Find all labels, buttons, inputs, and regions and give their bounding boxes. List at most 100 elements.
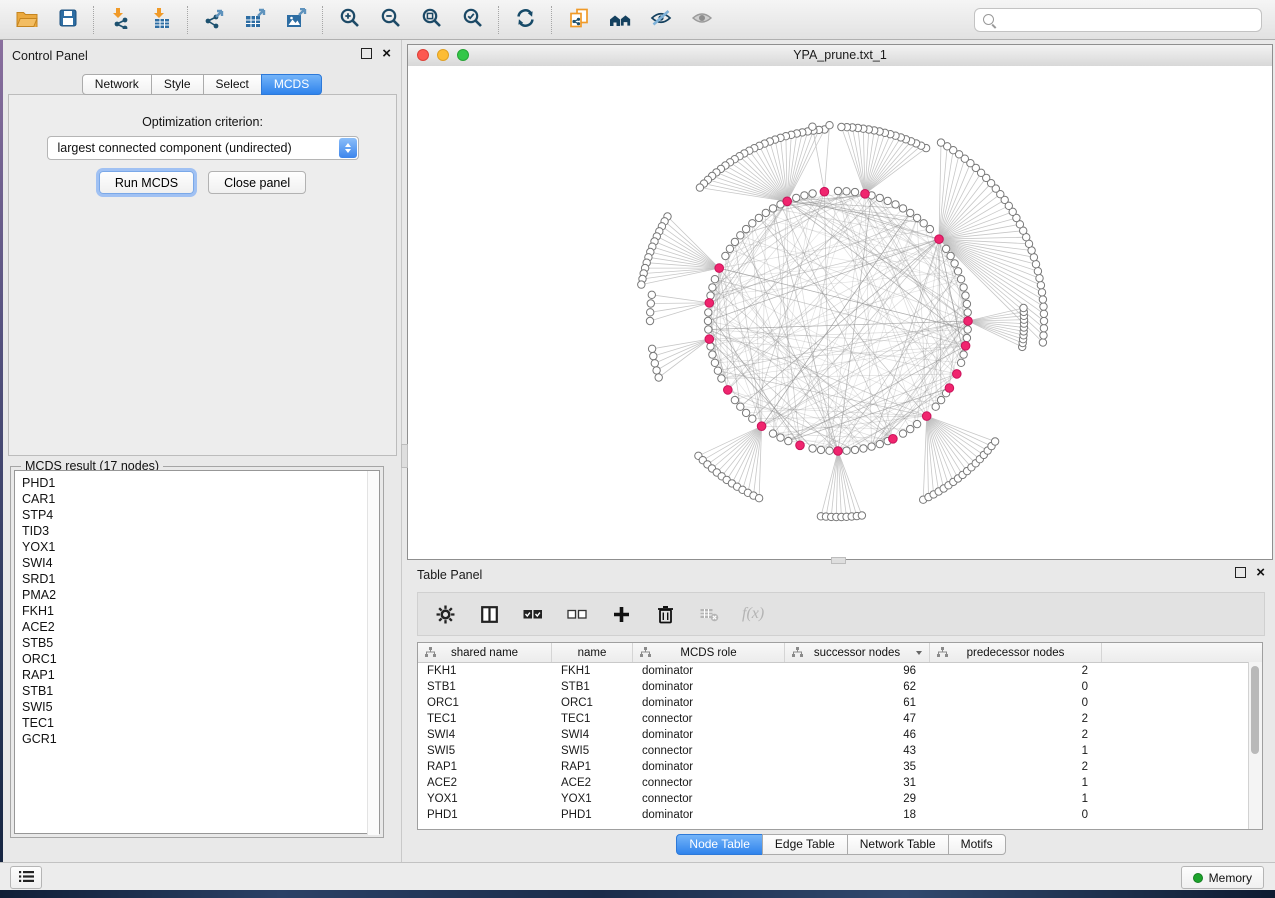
network-node[interactable] <box>647 300 654 307</box>
mcds-result-item[interactable]: TEC1 <box>15 715 379 731</box>
network-node[interactable] <box>737 403 744 410</box>
network-node[interactable] <box>913 420 920 427</box>
network-hub-node[interactable] <box>922 412 931 421</box>
network-node[interactable] <box>876 194 883 201</box>
network-node[interactable] <box>793 194 800 201</box>
network-node[interactable] <box>718 375 725 382</box>
table-row[interactable]: ACE2ACE2connector311 <box>418 775 1262 791</box>
close-panel-button[interactable]: Close panel <box>208 171 306 194</box>
open-file-button[interactable] <box>6 3 47 37</box>
column-header-predecessor-nodes[interactable]: predecessor nodes <box>930 643 1102 662</box>
table-row[interactable]: RAP1RAP1dominator352 <box>418 759 1262 775</box>
tab-node-table[interactable]: Node Table <box>676 834 763 855</box>
network-node[interactable] <box>646 317 653 324</box>
network-hub-node[interactable] <box>715 264 724 273</box>
network-node[interactable] <box>711 276 718 283</box>
network-node[interactable] <box>755 214 762 221</box>
network-node[interactable] <box>737 232 744 239</box>
tab-select[interactable]: Select <box>203 74 262 95</box>
mcds-result-item[interactable]: STB5 <box>15 635 379 651</box>
show-panel-list-button[interactable] <box>10 866 42 889</box>
optimization-criterion-select[interactable]: largest connected component (undirected) <box>47 136 359 160</box>
mcds-result-item[interactable]: SWI5 <box>15 699 379 715</box>
import-table-button[interactable] <box>141 3 182 37</box>
hide-selected-button[interactable] <box>640 3 681 37</box>
table-row[interactable]: FKH1FKH1dominator962 <box>418 663 1262 679</box>
network-hub-node[interactable] <box>935 235 944 244</box>
network-node[interactable] <box>963 300 970 307</box>
network-node[interactable] <box>731 238 738 245</box>
close-panel-icon[interactable]: × <box>1256 567 1265 578</box>
network-node[interactable] <box>942 245 949 252</box>
network-node[interactable] <box>899 430 906 437</box>
network-node[interactable] <box>960 351 967 358</box>
network-node[interactable] <box>705 309 712 316</box>
tab-network-table[interactable]: Network Table <box>847 834 949 855</box>
network-hub-node[interactable] <box>861 190 870 199</box>
network-node[interactable] <box>705 326 712 333</box>
table-scrollbar[interactable] <box>1248 662 1262 829</box>
network-node[interactable] <box>907 209 914 216</box>
delete-columns-button[interactable] <box>654 603 676 625</box>
mcds-result-item[interactable]: ACE2 <box>15 619 379 635</box>
mcds-result-item[interactable]: CAR1 <box>15 491 379 507</box>
add-column-button[interactable] <box>610 603 632 625</box>
network-node[interactable] <box>957 276 964 283</box>
minimize-window-icon[interactable] <box>437 49 449 61</box>
network-node[interactable] <box>1020 304 1027 311</box>
network-node[interactable] <box>722 252 729 259</box>
network-node[interactable] <box>1040 332 1047 339</box>
network-node[interactable] <box>1032 261 1039 268</box>
export-table-button[interactable] <box>235 3 276 37</box>
mcds-result-item[interactable]: SWI4 <box>15 555 379 571</box>
network-node[interactable] <box>648 345 655 352</box>
network-node[interactable] <box>709 351 716 358</box>
network-node[interactable] <box>947 252 954 259</box>
close-panel-icon[interactable]: × <box>382 48 391 59</box>
show-columns-button[interactable] <box>478 603 500 625</box>
tab-mcds[interactable]: MCDS <box>261 74 322 95</box>
network-node[interactable] <box>932 403 939 410</box>
network-node[interactable] <box>785 437 792 444</box>
column-header-MCDS-role[interactable]: MCDS role <box>633 643 785 662</box>
network-node[interactable] <box>838 123 845 130</box>
network-node[interactable] <box>991 438 998 445</box>
network-node[interactable] <box>801 192 808 199</box>
network-node[interactable] <box>711 359 718 366</box>
mcds-result-item[interactable]: RAP1 <box>15 667 379 683</box>
network-hub-node[interactable] <box>820 187 829 196</box>
table-row[interactable]: STB1STB1dominator620 <box>418 679 1262 695</box>
import-network-button[interactable] <box>100 3 141 37</box>
network-node[interactable] <box>714 367 721 374</box>
mcds-result-item[interactable]: PHD1 <box>15 475 379 491</box>
network-node[interactable] <box>809 123 816 130</box>
network-node[interactable] <box>707 343 714 350</box>
network-node[interactable] <box>884 197 891 204</box>
function-builder-button[interactable]: f(x) <box>742 605 764 623</box>
network-node[interactable] <box>954 268 961 275</box>
network-node[interactable] <box>1030 254 1037 261</box>
network-node[interactable] <box>876 440 883 447</box>
network-node[interactable] <box>762 209 769 216</box>
mcds-result-item[interactable]: ORC1 <box>15 651 379 667</box>
tab-style[interactable]: Style <box>151 74 204 95</box>
table-row[interactable]: PHD1PHD1dominator180 <box>418 807 1262 823</box>
network-node[interactable] <box>920 220 927 227</box>
table-row[interactable]: SWI5SWI5connector431 <box>418 743 1262 759</box>
network-node[interactable] <box>957 359 964 366</box>
table-row[interactable]: YOX1YOX1connector291 <box>418 791 1262 807</box>
network-node[interactable] <box>651 360 658 367</box>
network-hub-node[interactable] <box>757 422 766 431</box>
network-node[interactable] <box>851 188 858 195</box>
deselect-all-rows-button[interactable] <box>566 603 588 625</box>
mcds-result-item[interactable]: SRD1 <box>15 571 379 587</box>
float-panel-icon[interactable] <box>361 48 372 59</box>
close-window-icon[interactable] <box>417 49 429 61</box>
network-node[interactable] <box>1040 303 1047 310</box>
maximize-window-icon[interactable] <box>457 49 469 61</box>
network-hub-node[interactable] <box>945 384 954 393</box>
network-node[interactable] <box>638 281 645 288</box>
network-node[interactable] <box>1037 282 1044 289</box>
network-node[interactable] <box>960 284 967 291</box>
zoom-selected-button[interactable] <box>452 3 493 37</box>
